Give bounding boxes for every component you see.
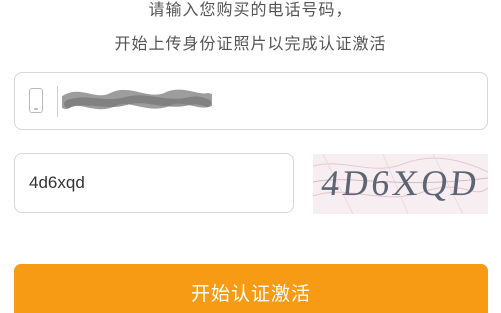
start-activation-button[interactable]: 开始认证激活 [14,264,488,313]
captcha-image[interactable]: 4D6XQD [313,154,488,214]
activation-page: 请输入您购买的电话号码， 开始上传身份证照片以完成认证激活 4d6xqd 4D6… [0,0,501,313]
captcha-text: 4D6XQD [319,163,482,203]
phone-number-field[interactable] [14,72,488,130]
captcha-input-value: 4d6xqd [29,173,85,192]
phone-icon [29,88,43,113]
phone-field-divider [57,86,58,117]
captcha-input[interactable]: 4d6xqd [14,153,294,213]
instruction-line-2: 开始上传身份证照片以完成认证激活 [114,34,387,53]
redacted-phone-number [62,89,212,110]
instruction-line-1: 请输入您购买的电话号码， [148,0,353,19]
